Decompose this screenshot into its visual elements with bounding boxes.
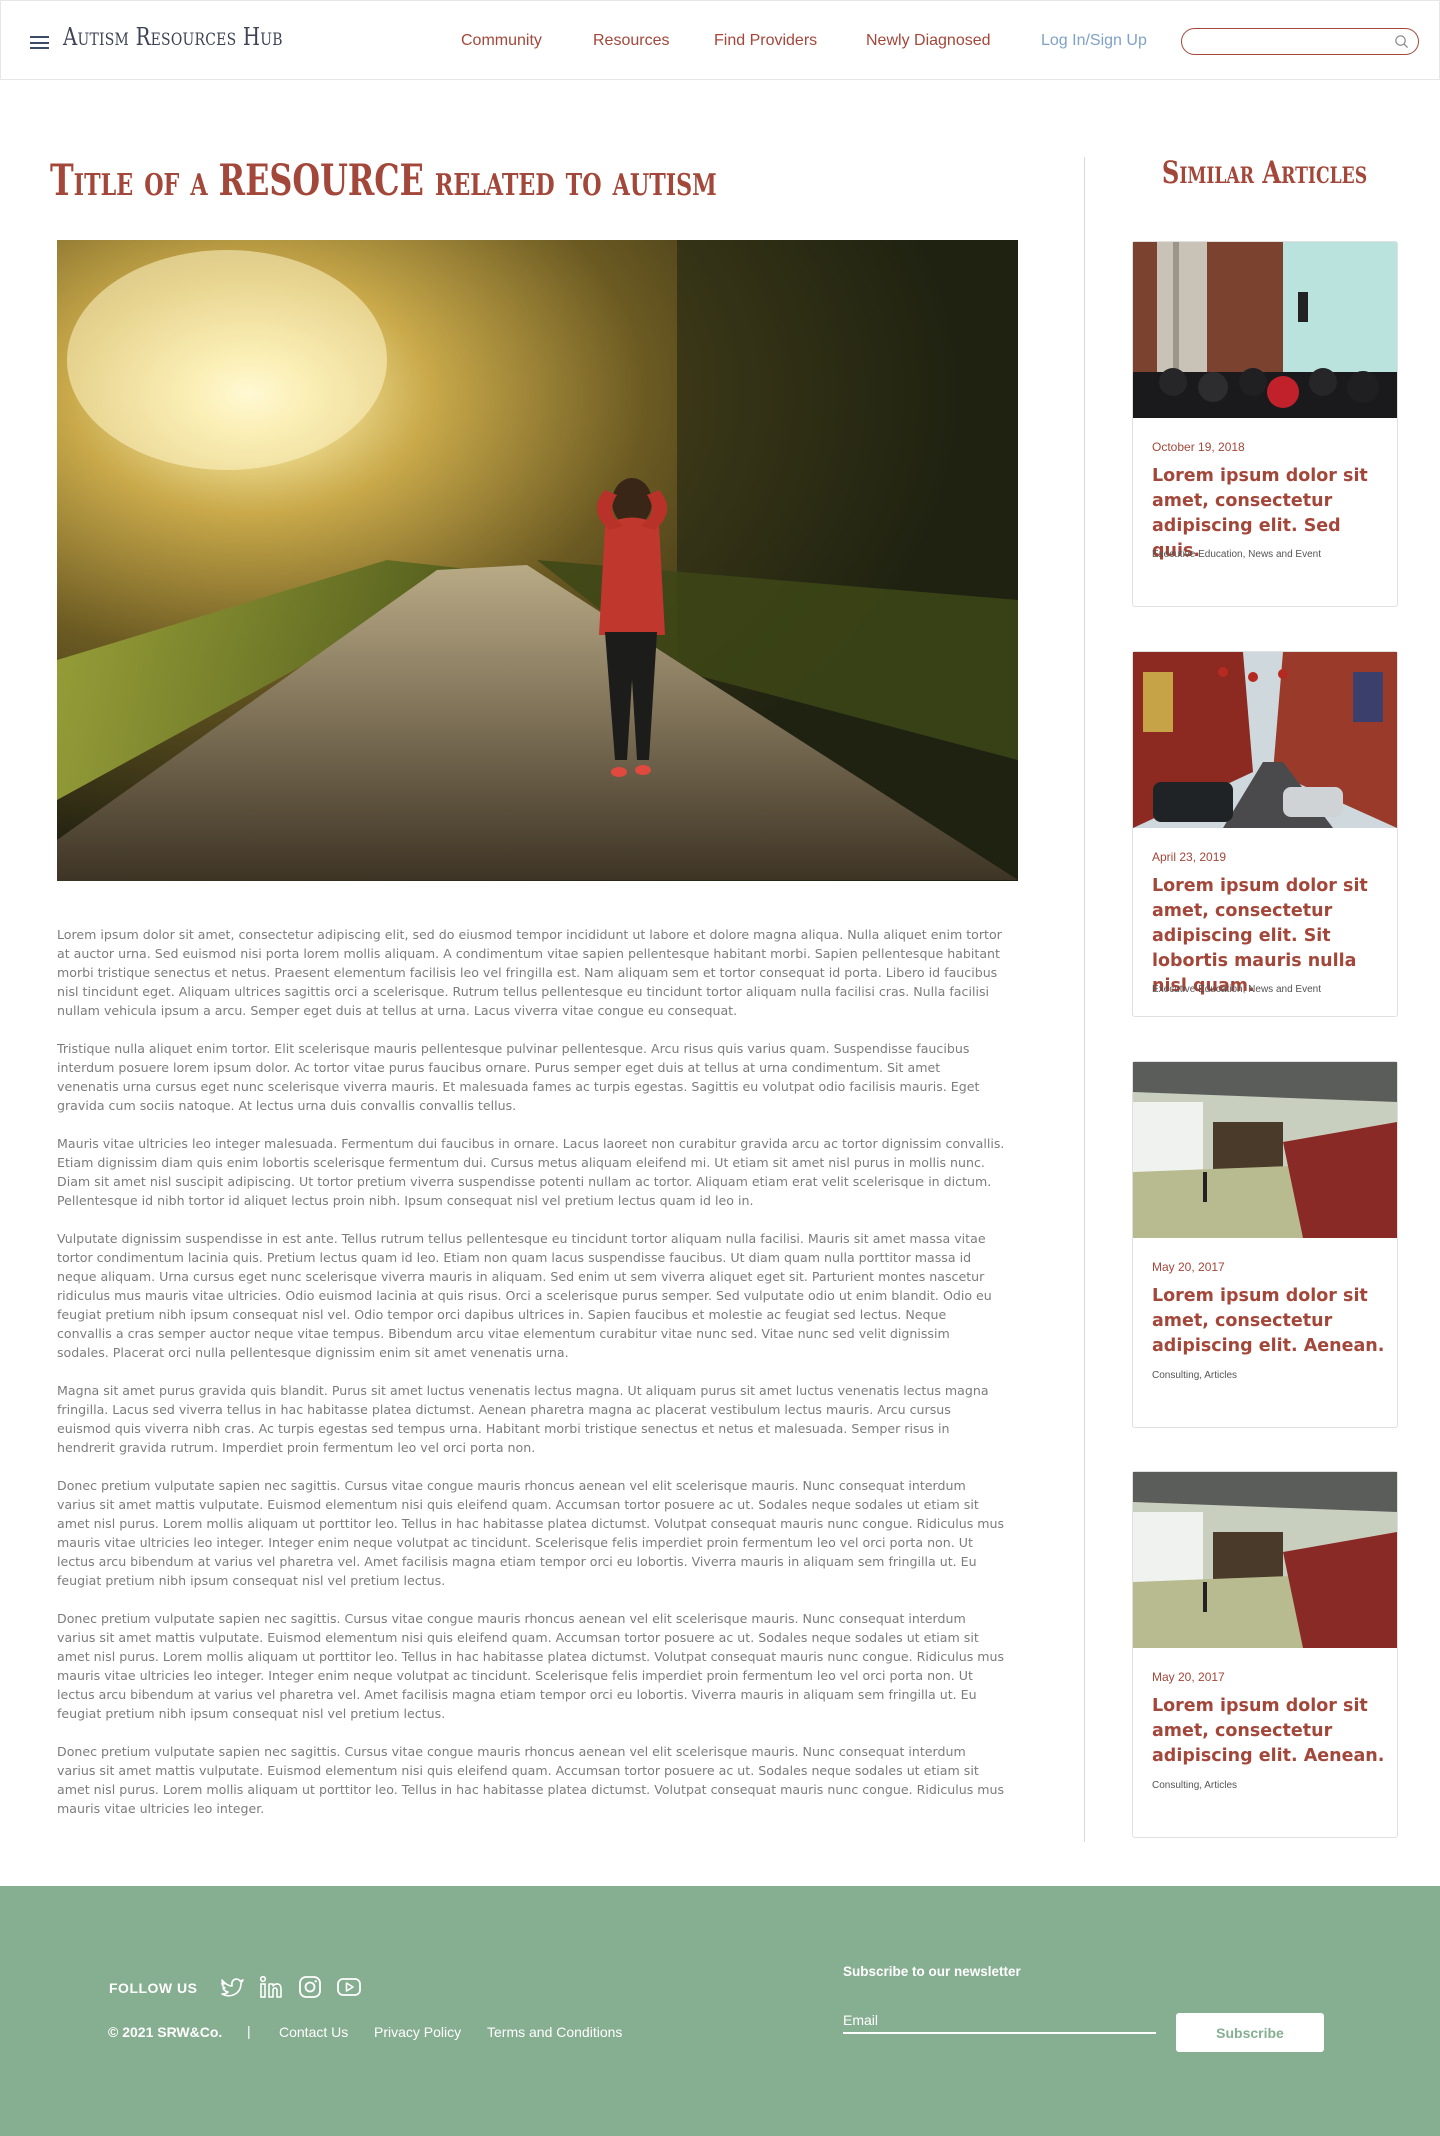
card-tags: Consulting, Articles bbox=[1152, 1780, 1238, 1791]
card-tags: Consulting, Articles bbox=[1152, 1370, 1238, 1381]
newsletter-label: Subscribe to our newsletter bbox=[843, 1964, 1021, 1979]
follow-us-label: FOLLOW US bbox=[109, 1980, 198, 1996]
nav-resources[interactable]: Resources bbox=[593, 32, 669, 50]
search-input[interactable] bbox=[1194, 29, 1394, 54]
search-box bbox=[1181, 28, 1419, 55]
card-title[interactable]: Lorem ipsum dolor sit amet, consectetur … bbox=[1152, 874, 1386, 999]
card-image-seminar bbox=[1133, 242, 1397, 418]
card-date: October 19, 2018 bbox=[1152, 440, 1245, 454]
copyright-text: © 2021 SRW&Co. bbox=[108, 2024, 223, 2040]
article-card[interactable]: April 23, 2019 Lorem ipsum dolor sit ame… bbox=[1132, 651, 1398, 1017]
footer-separator: | bbox=[247, 2023, 251, 2039]
site-header: Autism Resources Hub Community Resources… bbox=[0, 0, 1440, 80]
similar-articles-heading: Similar Articles bbox=[1161, 155, 1368, 191]
nav-login-signup[interactable]: Log In/Sign Up bbox=[1041, 32, 1147, 50]
linkedin-icon[interactable] bbox=[258, 1974, 284, 2000]
instagram-icon[interactable] bbox=[297, 1974, 323, 2000]
newsletter-email-field[interactable] bbox=[843, 2008, 1156, 2034]
card-image-lecture-hall bbox=[1133, 1062, 1397, 1238]
twitter-icon[interactable] bbox=[219, 1974, 245, 2000]
article-paragraph: Donec pretium vulputate sapien nec sagit… bbox=[57, 1744, 1005, 1816]
footer-link-terms[interactable]: Terms and Conditions bbox=[487, 2024, 622, 2040]
card-tags: Executive Education, News and Event bbox=[1152, 549, 1321, 560]
article-paragraph: Donec pretium vulputate sapien nec sagit… bbox=[57, 1478, 1005, 1588]
column-divider bbox=[1084, 157, 1085, 1842]
nav-newly-diagnosed[interactable]: Newly Diagnosed bbox=[866, 32, 991, 50]
nav-community[interactable]: Community bbox=[461, 32, 542, 50]
article-paragraph: Mauris vitae ultricies leo integer males… bbox=[57, 1136, 1005, 1208]
article-body: Lorem ipsum dolor sit amet, consectetur … bbox=[57, 925, 1005, 1837]
site-logo[interactable]: Autism Resources Hub bbox=[63, 23, 283, 51]
search-icon[interactable] bbox=[1394, 34, 1409, 49]
hero-image bbox=[57, 240, 1018, 881]
article-card[interactable]: May 20, 2017 Lorem ipsum dolor sit amet,… bbox=[1132, 1471, 1398, 1838]
card-tags: Executive Education, News and Event bbox=[1152, 984, 1321, 995]
article-paragraph: Vulputate dignissim suspendisse in est a… bbox=[57, 1231, 992, 1360]
card-title[interactable]: Lorem ipsum dolor sit amet, consectetur … bbox=[1152, 1694, 1386, 1769]
card-image-street bbox=[1133, 652, 1397, 828]
article-paragraph: Tristique nulla aliquet enim tortor. Eli… bbox=[57, 1041, 980, 1113]
card-date: May 20, 2017 bbox=[1152, 1260, 1225, 1274]
article-title: Title of a RESOURCE related to autism bbox=[50, 156, 717, 206]
card-title[interactable]: Lorem ipsum dolor sit amet, consectetur … bbox=[1152, 1284, 1386, 1359]
footer-link-privacy-policy[interactable]: Privacy Policy bbox=[374, 2024, 461, 2040]
footer-link-contact-us[interactable]: Contact Us bbox=[279, 2024, 348, 2040]
card-image-lecture-hall bbox=[1133, 1472, 1397, 1648]
card-date: May 20, 2017 bbox=[1152, 1670, 1225, 1684]
nav-find-providers[interactable]: Find Providers bbox=[714, 32, 817, 50]
hamburger-menu-icon[interactable] bbox=[30, 36, 49, 49]
article-card[interactable]: May 20, 2017 Lorem ipsum dolor sit amet,… bbox=[1132, 1061, 1398, 1428]
card-date: April 23, 2019 bbox=[1152, 850, 1227, 864]
article-paragraph: Donec pretium vulputate sapien nec sagit… bbox=[57, 1611, 1005, 1721]
article-paragraph: Lorem ipsum dolor sit amet, consectetur … bbox=[57, 927, 1002, 1018]
site-footer: FOLLOW US © 2021 SRW&Co. | Contact Us Pr… bbox=[0, 1886, 1440, 2136]
subscribe-button[interactable]: Subscribe bbox=[1176, 2013, 1324, 2052]
article-card[interactable]: October 19, 2018 Lorem ipsum dolor sit a… bbox=[1132, 241, 1398, 607]
article-paragraph: Magna sit amet purus gravida quis blandi… bbox=[57, 1383, 989, 1455]
youtube-icon[interactable] bbox=[336, 1974, 362, 2000]
